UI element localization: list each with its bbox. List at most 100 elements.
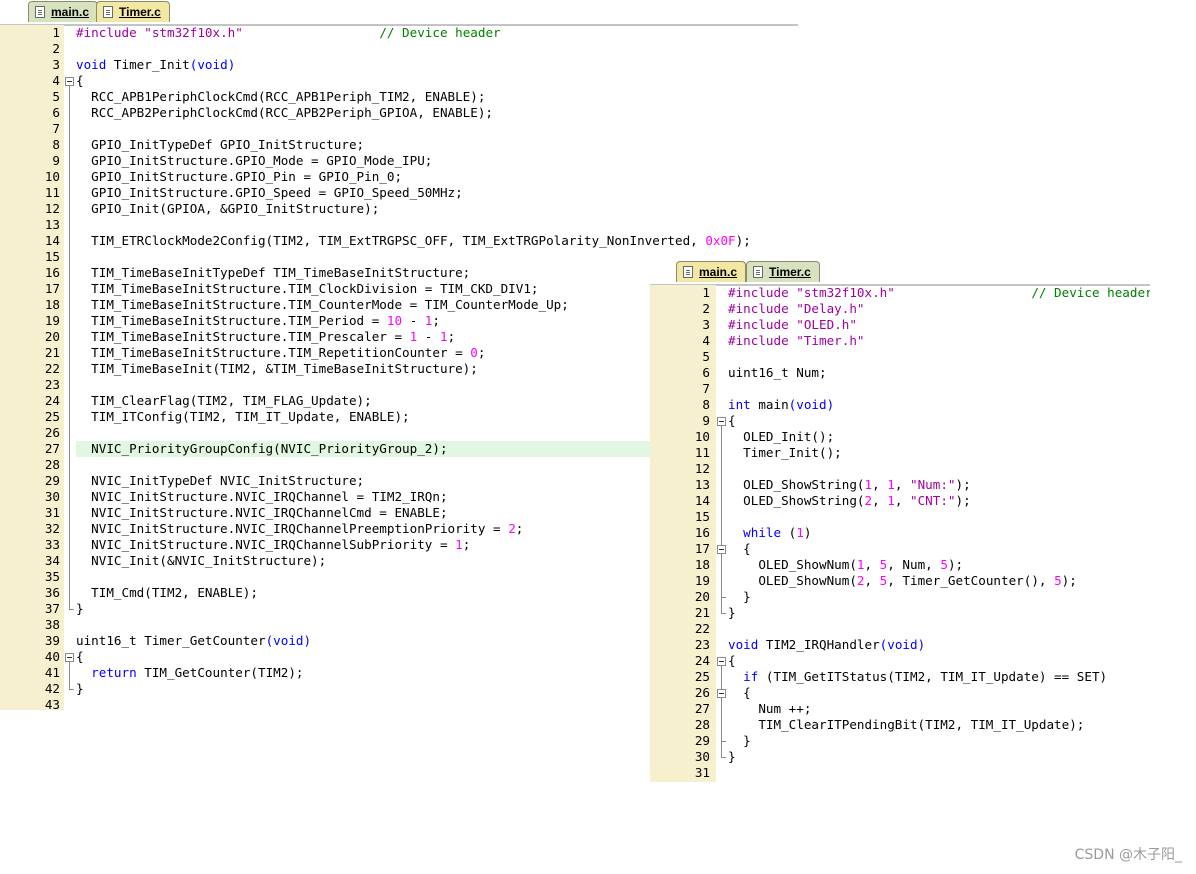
code-token: RCC_APB2PeriphClockCmd(RCC_APB2Periph_GP…	[76, 105, 494, 120]
code-line[interactable]: }	[728, 589, 1150, 605]
code-line[interactable]: GPIO_InitStructure.GPIO_Speed = GPIO_Spe…	[76, 185, 798, 201]
code-token: 2	[508, 521, 516, 536]
code-line[interactable]: if (TIM_GetITStatus(TIM2, TIM_IT_Update)…	[728, 669, 1150, 685]
code-line[interactable]: OLED_ShowString(2, 1, "CNT:");	[728, 493, 1150, 509]
code-area[interactable]: #include "stm32f10x.h" // Device header #…	[728, 285, 1150, 782]
code-line[interactable]: GPIO_InitTypeDef GPIO_InitStructure;	[76, 137, 798, 153]
line-number: 31	[694, 765, 710, 780]
line-number-gutter: 1 2 3 4 5 6 7 8 9 10 11 12 13 14 15 16 17 18 19 20 21 22 23 24 2…	[650, 285, 716, 782]
code-token: }	[76, 601, 84, 616]
code-line[interactable]: uint16_t Num;	[728, 365, 1150, 381]
code-line[interactable]: GPIO_InitStructure.GPIO_Mode = GPIO_Mode…	[76, 153, 798, 169]
code-token: 2	[864, 493, 873, 508]
code-token: }	[728, 589, 751, 604]
code-line[interactable]: }	[728, 605, 1150, 621]
code-token: #include	[728, 285, 797, 300]
code-token: GPIO_InitStructure.GPIO_Mode = GPIO_Mode…	[76, 153, 433, 168]
line-number: 20	[694, 589, 710, 604]
code-line[interactable]: {	[728, 413, 1150, 429]
code-line[interactable]: while (1)	[728, 525, 1150, 541]
code-token: 1	[887, 493, 895, 508]
code-token: return	[91, 665, 137, 680]
line-number: 4	[702, 333, 710, 348]
code-line[interactable]: }	[728, 733, 1150, 749]
code-line[interactable]: RCC_APB1PeriphClockCmd(RCC_APB1Periph_TI…	[76, 89, 798, 105]
code-token: );	[955, 477, 971, 492]
fold-toggle-icon[interactable]	[717, 545, 726, 554]
line-number: 28	[44, 457, 60, 472]
code-line[interactable]: OLED_ShowNum(2, 5, Timer_GetCounter(), 5…	[728, 573, 1150, 589]
code-line[interactable]: #include "stm32f10x.h" // Device header	[728, 285, 1150, 301]
code-line[interactable]: }	[728, 749, 1150, 765]
code-token: ,	[864, 573, 880, 588]
code-line[interactable]	[728, 461, 1150, 477]
code-token: RCC_APB1PeriphClockCmd(RCC_APB1Periph_TI…	[76, 89, 486, 104]
tab-label: Timer.c	[119, 5, 161, 19]
code-token: while	[743, 525, 782, 540]
fold-toggle-icon[interactable]	[717, 657, 726, 666]
line-number: 15	[694, 509, 710, 524]
code-token: }	[728, 749, 736, 764]
code-token: "CNT:"	[910, 493, 956, 508]
code-line[interactable]	[76, 217, 798, 233]
code-token: (	[781, 525, 797, 540]
code-token: 0	[470, 345, 478, 360]
code-line[interactable]: Num ++;	[728, 701, 1150, 717]
code-token: TIM_TimeBaseInitStructure.TIM_ClockDivis…	[76, 281, 539, 296]
fold-end-marker	[721, 597, 726, 598]
code-line[interactable]	[76, 41, 798, 57]
code-line[interactable]: #include "stm32f10x.h" // Device header	[76, 25, 798, 41]
code-line[interactable]: {	[728, 685, 1150, 701]
code-line[interactable]	[728, 381, 1150, 397]
tab-main-c[interactable]: main.c	[28, 1, 99, 22]
code-line[interactable]: TIM_ETRClockMode2Config(TIM2, TIM_ExtTRG…	[76, 233, 798, 249]
code-line[interactable]	[728, 349, 1150, 365]
code-token: NVIC_PriorityGroupConfig(NVIC_PriorityGr…	[76, 441, 448, 456]
code-line[interactable]: OLED_ShowNum(1, 5, Num, 5);	[728, 557, 1150, 573]
code-token: TIM_Cmd(TIM2, ENABLE);	[76, 585, 258, 600]
code-line[interactable]	[728, 621, 1150, 637]
code-line[interactable]: OLED_Init();	[728, 429, 1150, 445]
line-number: 10	[694, 429, 710, 444]
fold-toggle-icon[interactable]	[65, 653, 74, 662]
code-line[interactable]: void TIM2_IRQHandler(void)	[728, 637, 1150, 653]
code-line[interactable]: GPIO_InitStructure.GPIO_Pin = GPIO_Pin_0…	[76, 169, 798, 185]
fold-toggle-icon[interactable]	[717, 417, 726, 426]
code-token: Timer_Init();	[728, 445, 842, 460]
code-line[interactable]: #include "Delay.h"	[728, 301, 1150, 317]
fold-end-marker	[69, 689, 74, 690]
code-token: ;	[477, 345, 486, 360]
tab-timer-c[interactable]: Timer.c	[746, 261, 820, 282]
fold-guide-line	[69, 86, 70, 609]
code-line[interactable]: OLED_ShowString(1, 1, "Num:");	[728, 477, 1150, 493]
code-line[interactable]: RCC_APB2PeriphClockCmd(RCC_APB2Periph_GP…	[76, 105, 798, 121]
code-token: TIM_ClearFlag(TIM2, TIM_FLAG_Update);	[76, 393, 372, 408]
fold-toggle-icon[interactable]	[65, 77, 74, 86]
code-line[interactable]: Timer_Init();	[728, 445, 1150, 461]
code-line[interactable]: TIM_ClearITPendingBit(TIM2, TIM_IT_Updat…	[728, 717, 1150, 733]
code-line[interactable]: #include "OLED.h"	[728, 317, 1150, 333]
code-token: ,	[894, 493, 911, 508]
fold-end-marker	[721, 741, 726, 742]
code-line[interactable]: void Timer_Init(void)	[76, 57, 798, 73]
line-number: 5	[702, 349, 710, 364]
code-line[interactable]	[728, 765, 1150, 781]
code-line[interactable]: {	[76, 73, 798, 89]
code-token: OLED_ShowNum(	[728, 557, 857, 572]
code-token: {	[728, 685, 751, 700]
code-line[interactable]: {	[728, 653, 1150, 669]
code-line[interactable]: int main(void)	[728, 397, 1150, 413]
tab-timer-c[interactable]: Timer.c	[96, 1, 170, 22]
tab-main-c[interactable]: main.c	[676, 261, 747, 282]
code-line[interactable]: #include "Timer.h"	[728, 333, 1150, 349]
code-line[interactable]: {	[728, 541, 1150, 557]
code-line[interactable]	[76, 121, 798, 137]
watermark: CSDN @木子阳_	[1074, 847, 1182, 863]
line-number: 40	[44, 649, 60, 664]
code-line[interactable]	[728, 509, 1150, 525]
fold-toggle-icon[interactable]	[717, 689, 726, 698]
code-line[interactable]: GPIO_Init(GPIOA, &GPIO_InitStructure);	[76, 201, 798, 217]
code-token: ;	[432, 313, 440, 328]
